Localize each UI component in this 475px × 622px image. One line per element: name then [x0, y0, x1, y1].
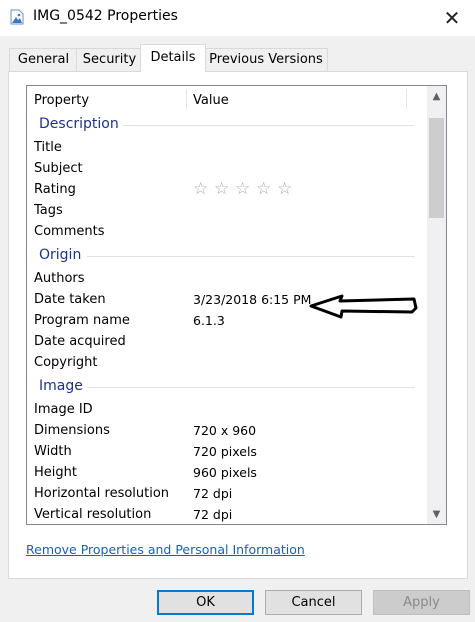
group-origin: Origin	[27, 243, 427, 269]
property-name: Rating	[34, 182, 76, 197]
table-row[interactable]: Copyright	[27, 353, 427, 374]
property-name: Title	[34, 140, 62, 155]
group-image: Image	[27, 374, 427, 400]
chevron-up-icon[interactable]: ▲	[427, 87, 446, 105]
property-value: 72 dpi	[193, 507, 233, 522]
table-row[interactable]: Comments	[27, 222, 427, 243]
group-divider	[87, 387, 415, 388]
group-divider	[87, 256, 415, 257]
group-description: Description	[27, 112, 427, 138]
property-value: 720 x 960	[193, 423, 257, 438]
star-outline-icon[interactable]: ☆	[256, 179, 277, 200]
property-value: 960 pixels	[193, 465, 257, 480]
star-outline-icon[interactable]: ☆	[193, 179, 214, 200]
property-name: Width	[34, 444, 72, 459]
property-value: 6.1.3	[193, 313, 225, 328]
column-divider[interactable]	[406, 89, 407, 109]
group-heading: Origin	[39, 247, 82, 263]
table-row[interactable]: Height 960 pixels	[27, 463, 427, 484]
ok-button[interactable]: OK	[157, 590, 254, 615]
group-divider	[123, 125, 415, 126]
tab-strip: General Security Details Previous Versio…	[9, 44, 469, 72]
property-name: Dimensions	[34, 423, 110, 438]
property-name: Copyright	[34, 355, 98, 370]
property-name: Date acquired	[34, 334, 126, 349]
property-name: Authors	[34, 271, 85, 286]
property-name: Vertical resolution	[34, 507, 152, 522]
scrollbar-thumb[interactable]	[429, 118, 444, 218]
column-header: Property Value	[27, 86, 427, 112]
apply-button[interactable]: Apply	[373, 590, 470, 615]
column-divider[interactable]	[186, 89, 187, 109]
table-row[interactable]: Title	[27, 138, 427, 159]
table-row[interactable]: Tags	[27, 201, 427, 222]
rating-stars[interactable]: ☆ ☆ ☆ ☆ ☆	[193, 179, 298, 200]
title-bar: IMG_0542 Properties ✕	[0, 0, 475, 36]
vertical-scrollbar[interactable]: ▲ ▼	[427, 86, 446, 524]
table-row[interactable]: Image ID	[27, 400, 427, 421]
group-heading: Description	[39, 116, 119, 132]
table-row[interactable]: Dimensions 720 x 960	[27, 421, 427, 442]
property-name: Program name	[34, 313, 130, 328]
property-name: Height	[34, 465, 77, 480]
property-value: 3/23/2018 6:15 PM	[193, 292, 312, 307]
tab-details[interactable]: Details	[140, 44, 206, 72]
group-heading: Image	[39, 378, 83, 394]
property-name: Date taken	[34, 292, 106, 307]
cancel-button[interactable]: Cancel	[265, 590, 362, 615]
tab-general[interactable]: General	[9, 48, 78, 71]
property-name: Subject	[34, 161, 83, 176]
tab-security[interactable]: Security	[76, 48, 143, 71]
remove-properties-link[interactable]: Remove Properties and Personal Informati…	[26, 542, 305, 557]
table-row[interactable]: Width 720 pixels	[27, 442, 427, 463]
table-row[interactable]: Vertical resolution 72 dpi	[27, 505, 427, 524]
column-header-property[interactable]: Property	[34, 93, 89, 108]
close-icon[interactable]: ✕	[440, 6, 464, 30]
star-outline-icon[interactable]: ☆	[214, 179, 235, 200]
property-name: Image ID	[34, 402, 93, 417]
property-value: 72 dpi	[193, 486, 233, 501]
table-row[interactable]: Subject	[27, 159, 427, 180]
property-name: Tags	[34, 203, 63, 218]
window-title: IMG_0542 Properties	[33, 8, 178, 24]
column-header-value[interactable]: Value	[193, 93, 229, 108]
property-name: Horizontal resolution	[34, 486, 170, 501]
tab-previous-versions[interactable]: Previous Versions	[204, 48, 328, 71]
property-name: Comments	[34, 224, 105, 239]
table-row[interactable]: Horizontal resolution 72 dpi	[27, 484, 427, 505]
arrow-left-annotation	[309, 294, 418, 319]
table-row[interactable]: Authors	[27, 269, 427, 290]
image-file-icon	[10, 9, 24, 25]
table-row[interactable]: Date acquired	[27, 332, 427, 353]
star-outline-icon[interactable]: ☆	[235, 179, 256, 200]
star-outline-icon[interactable]: ☆	[277, 179, 298, 200]
table-row[interactable]: Rating ☆ ☆ ☆ ☆ ☆	[27, 179, 427, 201]
property-value: 720 pixels	[193, 444, 257, 459]
chevron-down-icon[interactable]: ▼	[427, 505, 446, 523]
